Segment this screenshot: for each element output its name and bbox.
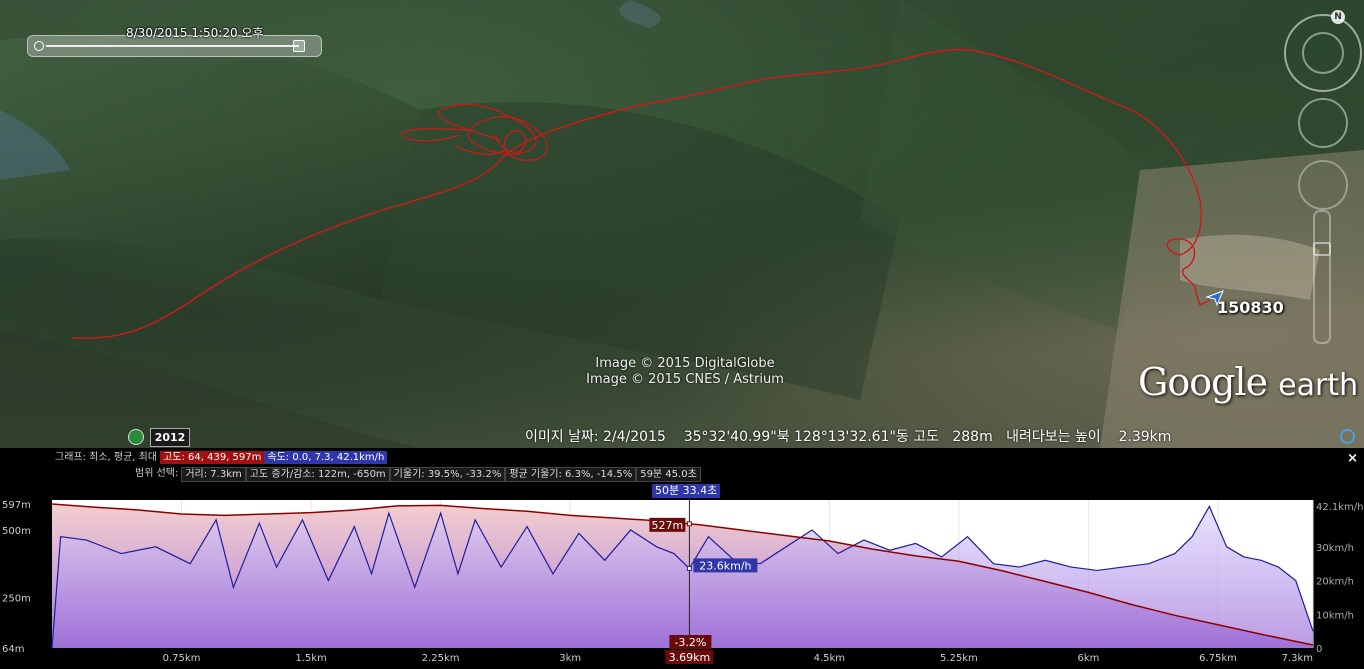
time-slider-track[interactable] [46, 45, 299, 47]
y-right-tick-label: 0 [1316, 644, 1322, 655]
look-joystick[interactable] [1302, 32, 1344, 74]
cursor-elevation-marker [686, 521, 692, 527]
google-earth-logo: Google earth [1138, 360, 1359, 404]
cursor-slope-label: -3.2% [674, 636, 706, 649]
north-up-button[interactable]: N [1331, 10, 1345, 24]
y-right-tick-label: 20km/h [1316, 577, 1354, 588]
cursor-speed-marker [686, 565, 692, 571]
graph-stats-row: 그래프: 최소, 평균, 최대 고도: 64, 439, 597m 속도: 0.… [52, 451, 388, 464]
compass-ring[interactable] [1284, 14, 1362, 92]
y-left-tick-label: 500m [2, 526, 31, 537]
imagery-credit: Image © 2015 CNES / Astrium [586, 372, 784, 387]
x-tick-label: 1.5km [295, 653, 326, 664]
x-tick-label: 7.3km [1282, 653, 1313, 664]
x-tick-label: 6km [1077, 653, 1099, 664]
y-left-tick-label: 597m [2, 500, 31, 511]
imagery-year-badge[interactable]: 2012 [150, 428, 190, 447]
x-tick-label: 3km [559, 653, 581, 664]
y-right-tick-label: 42.1km/h [1316, 502, 1364, 513]
y-right-tick-label: 30km/h [1316, 543, 1354, 554]
elevation-series-toggle[interactable]: 고도: 64, 439, 597m [160, 451, 265, 464]
x-tick-label: 0.75km [163, 653, 201, 664]
time-slider-thumb[interactable] [293, 40, 305, 52]
time-readout: 8/30/2015 1:50:20 오후 [126, 26, 264, 40]
range-stats-row: 범위 선택: 거리: 7.3km 고도 증가/감소: 122m, -650m 기… [132, 467, 701, 482]
zoom-slider[interactable] [1313, 210, 1331, 344]
x-tick-label: 5.25km [940, 653, 978, 664]
x-tick-label: 4.5km [814, 653, 845, 664]
zoom-slider-knob[interactable] [1313, 242, 1331, 256]
x-tick-label: 2.25km [422, 653, 460, 664]
elevation-profile-chart[interactable]: 597m 500m 250m 64m 42.1km/h 30km/h 20km/h 10km/… [0, 500, 1364, 669]
look-control[interactable] [1298, 98, 1348, 148]
time-settings-icon[interactable] [34, 41, 44, 51]
cursor-speed-label: 23.6km/h [699, 559, 751, 572]
placemark-label[interactable]: 150830 [1217, 298, 1284, 317]
speed-series-toggle[interactable]: 속도: 0.0, 7.3, 42.1km/h [264, 451, 388, 464]
avg-slope-chip: 평균 기울기: 6.3%, -14.5% [505, 467, 637, 482]
y-left-tick-label: 64m [2, 644, 24, 655]
y-right-tick-label: 10km/h [1316, 610, 1354, 621]
graph-stats-label: 그래프: 최소, 평균, 최대 [55, 452, 158, 463]
elevation-profile-panel: × 그래프: 최소, 평균, 최대 고도: 64, 439, 597m 속도: … [0, 448, 1364, 669]
time-chip: 59분 45.0초 [636, 467, 701, 482]
status-bar: 이미지 날짜: 2/4/2015 35°32'40.99"북 128°13'32… [525, 429, 1172, 445]
map-viewport[interactable]: 8/30/2015 1:50:20 오후 Image © 2015 Digita… [0, 0, 1364, 448]
elevation-gain-chip: 고도 증가/감소: 122m, -650m [245, 467, 390, 482]
y-left-tick-label: 250m [2, 594, 31, 605]
imagery-credit: Image © 2015 DigitalGlobe [595, 356, 775, 371]
close-profile-button[interactable]: × [1347, 451, 1358, 466]
slope-chip: 기울기: 39.5%, -33.2% [389, 467, 506, 482]
x-tick-label: 6.75km [1199, 653, 1237, 664]
range-label: 범위 선택: [135, 468, 179, 479]
distance-chip: 거리: 7.3km [181, 467, 246, 482]
cursor-distance-label: 3.69km [669, 651, 711, 664]
historical-imagery-icon[interactable] [128, 429, 144, 445]
streaming-indicator-icon [1340, 429, 1355, 444]
move-control[interactable] [1298, 160, 1348, 210]
cursor-elevation-label: 527m [652, 519, 684, 532]
cursor-duration-label: 50분 33.4초 [652, 484, 721, 498]
